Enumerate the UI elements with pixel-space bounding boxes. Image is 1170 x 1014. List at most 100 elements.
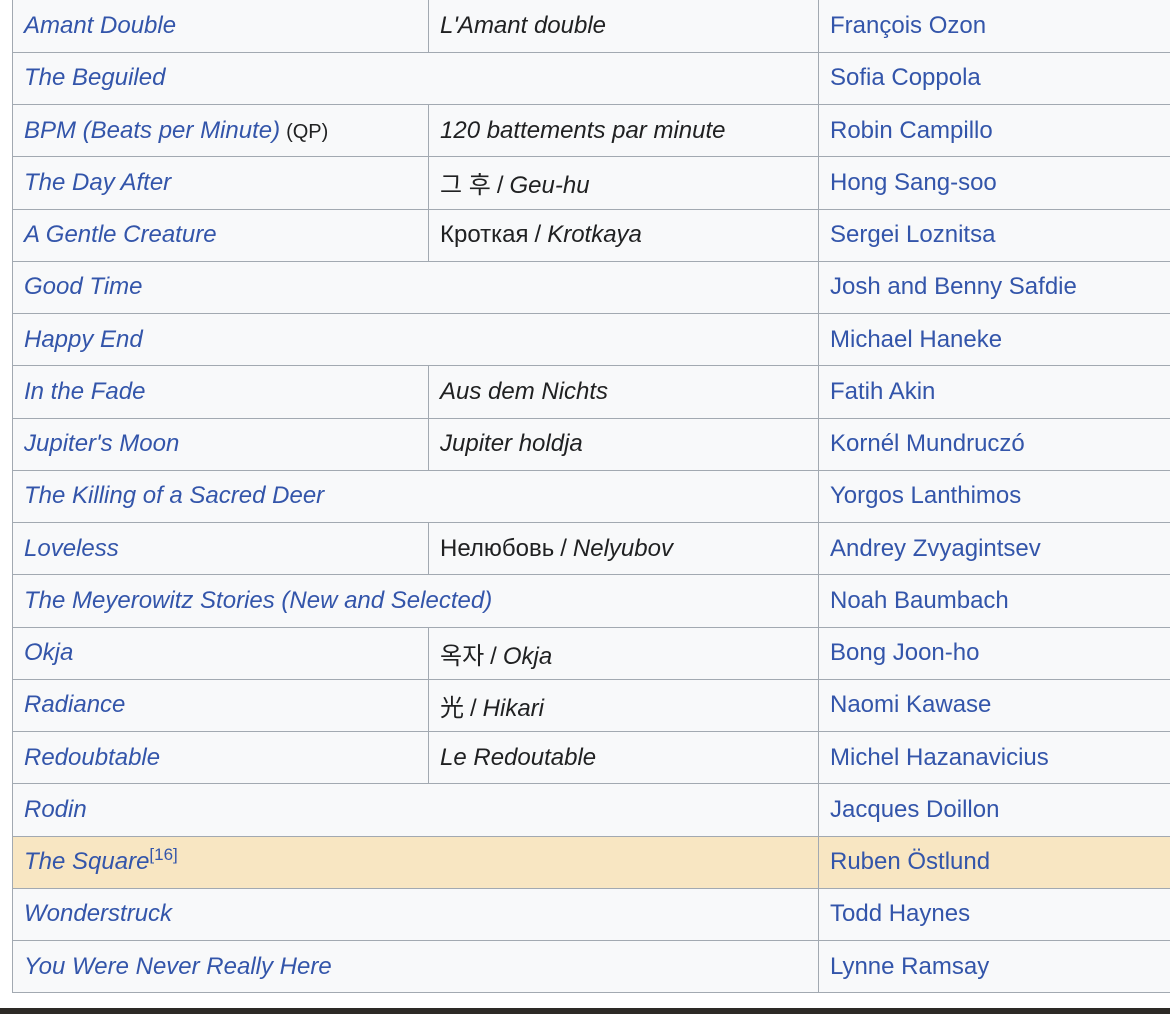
film-title-link[interactable]: Good Time <box>24 273 143 300</box>
film-title-link[interactable]: Jupiter's Moon <box>24 430 179 457</box>
director-link[interactable]: Hong Sang-soo <box>830 169 997 196</box>
original-title-romanized: Okja <box>502 642 553 670</box>
film-title-link[interactable]: Redoubtable <box>24 744 160 771</box>
original-title-romanized: Hikari <box>482 694 545 722</box>
film-title-link[interactable]: The Square <box>24 848 149 875</box>
film-title-link[interactable]: BPM (Beats per Minute) <box>24 117 280 144</box>
director-cell: Lynne Ramsay <box>818 939 1170 994</box>
director-cell: Michel Hazanavicius <box>818 730 1170 785</box>
table-row: The Killing of a Sacred Deer Yorgos Lanth… <box>12 469 1170 524</box>
director-cell: Yorgos Lanthimos <box>818 469 1170 524</box>
film-title-cell: In the Fade <box>12 365 429 419</box>
director-link[interactable]: Michel Hazanavicius <box>830 744 1049 771</box>
film-title-link[interactable]: Radiance <box>24 691 125 718</box>
title-separator: / <box>560 534 567 562</box>
title-separator: / <box>470 694 477 722</box>
original-title-script: 光 <box>440 694 464 722</box>
table-row: A Gentle Creature Кроткая / Krotkaya Sergei … <box>12 208 1170 262</box>
original-title-cell: 그 후 / Geu-hu <box>428 156 819 210</box>
director-cell: Robin Campillo <box>818 103 1170 158</box>
original-title-script: 옥자 <box>440 642 485 670</box>
director-link[interactable]: Sofia Coppola <box>830 64 981 91</box>
original-title-cell: Нелюбовь / Nelyubov <box>428 521 819 576</box>
director-link[interactable]: Lynne Ramsay <box>830 953 989 980</box>
original-title-cell: 120 battements par minute <box>428 103 819 158</box>
director-link[interactable]: François Ozon <box>830 12 986 39</box>
film-title-link[interactable]: The Killing of a Sacred Deer <box>24 482 324 509</box>
director-link[interactable]: Josh and Benny Safdie <box>830 273 1077 300</box>
original-title-cell: Le Redoutable <box>428 730 819 785</box>
award-eligibility-note: (QP) <box>286 120 329 143</box>
film-title-link[interactable]: Okja <box>24 639 73 666</box>
table-row: Radiance 光 / Hikari Naomi Kawase <box>12 678 1170 733</box>
table-row: Amant Double L'Amant double François Ozon <box>12 0 1170 53</box>
director-cell: François Ozon <box>818 0 1170 53</box>
film-title-link[interactable]: Rodin <box>24 796 87 823</box>
film-title-cell: Wonderstruck <box>12 887 819 942</box>
director-cell: Jacques Doillon <box>818 783 1170 837</box>
original-title-romanized: Aus dem Nichts <box>440 377 609 405</box>
director-link[interactable]: Robin Campillo <box>830 117 993 144</box>
original-title-cell: Aus dem Nichts <box>428 365 819 419</box>
director-cell: Josh and Benny Safdie <box>818 260 1170 315</box>
table-row: In the Fade Aus dem Nichts Fatih Akin <box>12 365 1170 419</box>
director-link[interactable]: Ruben Östlund <box>830 848 990 875</box>
film-title-cell: Okja <box>12 626 429 680</box>
director-link[interactable]: Sergei Loznitsa <box>830 221 995 248</box>
film-title-link[interactable]: Amant Double <box>24 12 176 39</box>
film-title-link[interactable]: Happy End <box>24 326 143 353</box>
film-title-cell: Radiance <box>12 678 429 733</box>
table-row: Good Time Josh and Benny Safdie <box>12 260 1170 315</box>
director-link[interactable]: Todd Haynes <box>830 900 970 927</box>
director-link[interactable]: Yorgos Lanthimos <box>830 482 1021 509</box>
director-link[interactable]: Andrey Zvyagintsev <box>830 535 1041 562</box>
title-separator: / <box>534 221 542 249</box>
director-link[interactable]: Noah Baumbach <box>830 587 1009 614</box>
table-row: You Were Never Really Here Lynne Ramsay <box>12 939 1170 994</box>
table-row: The Beguiled Sofia Coppola <box>12 51 1170 106</box>
film-title-cell: A Gentle Creature <box>12 208 429 262</box>
original-title-cell: L'Amant double <box>428 0 819 53</box>
film-title-link[interactable]: The Day After <box>24 169 171 196</box>
film-title-link[interactable]: The Beguiled <box>24 64 165 91</box>
film-title-cell: Rodin <box>12 783 819 837</box>
director-cell: Kornél Mundruczó <box>818 417 1170 471</box>
director-link[interactable]: Fatih Akin <box>830 378 935 405</box>
director-link[interactable]: Naomi Kawase <box>830 691 991 718</box>
table-row: Rodin Jacques Doillon <box>12 783 1170 837</box>
director-link[interactable]: Bong Joon-ho <box>830 639 979 666</box>
director-cell: Todd Haynes <box>818 887 1170 942</box>
competition-films-table: Amant Double L'Amant double François Ozon T… <box>12 0 1170 994</box>
director-link[interactable]: Michael Haneke <box>830 326 1002 353</box>
film-title-cell: Redoubtable <box>12 730 429 785</box>
original-title-romanized: Krotkaya <box>547 221 642 249</box>
film-title-link[interactable]: The Meyerowitz Stories (New and Selected… <box>24 587 492 614</box>
film-title-cell: The Meyerowitz Stories (New and Selected… <box>12 574 819 628</box>
film-title-link[interactable]: Wonderstruck <box>24 900 172 927</box>
original-title-cell: 옥자 / Okja <box>428 626 819 680</box>
original-title-script: 그 후 <box>440 172 491 200</box>
title-separator: / <box>490 642 497 670</box>
table-row: The Meyerowitz Stories (New and Selected… <box>12 574 1170 628</box>
director-cell: Sergei Loznitsa <box>818 208 1170 262</box>
title-separator: / <box>496 172 504 200</box>
original-title-cell: Jupiter holdja <box>428 417 819 471</box>
film-title-link[interactable]: A Gentle Creature <box>24 221 217 248</box>
director-cell: Michael Haneke <box>818 312 1170 367</box>
original-title-cell: Кроткая / Krotkaya <box>428 208 819 262</box>
film-title-link[interactable]: You Were Never Really Here <box>24 953 332 980</box>
original-title-romanized: Le Redoutable <box>440 743 597 771</box>
bottom-edge-bar <box>0 1008 1170 1014</box>
original-title-romanized: Nelyubov <box>572 534 673 562</box>
table-row: BPM (Beats per Minute) (QP) 120 battements… <box>12 103 1170 158</box>
film-title-cell: Amant Double <box>12 0 429 53</box>
director-link[interactable]: Jacques Doillon <box>830 796 999 823</box>
film-title-link[interactable]: Loveless <box>24 535 119 562</box>
director-cell: Sofia Coppola <box>818 51 1170 106</box>
director-cell: Fatih Akin <box>818 365 1170 419</box>
reference-link[interactable]: [16] <box>149 845 177 864</box>
original-title-script: Кроткая <box>440 221 529 249</box>
director-link[interactable]: Kornél Mundruczó <box>830 430 1025 457</box>
film-title-link[interactable]: In the Fade <box>24 378 145 405</box>
original-title-romanized: 120 battements par minute <box>440 116 726 144</box>
